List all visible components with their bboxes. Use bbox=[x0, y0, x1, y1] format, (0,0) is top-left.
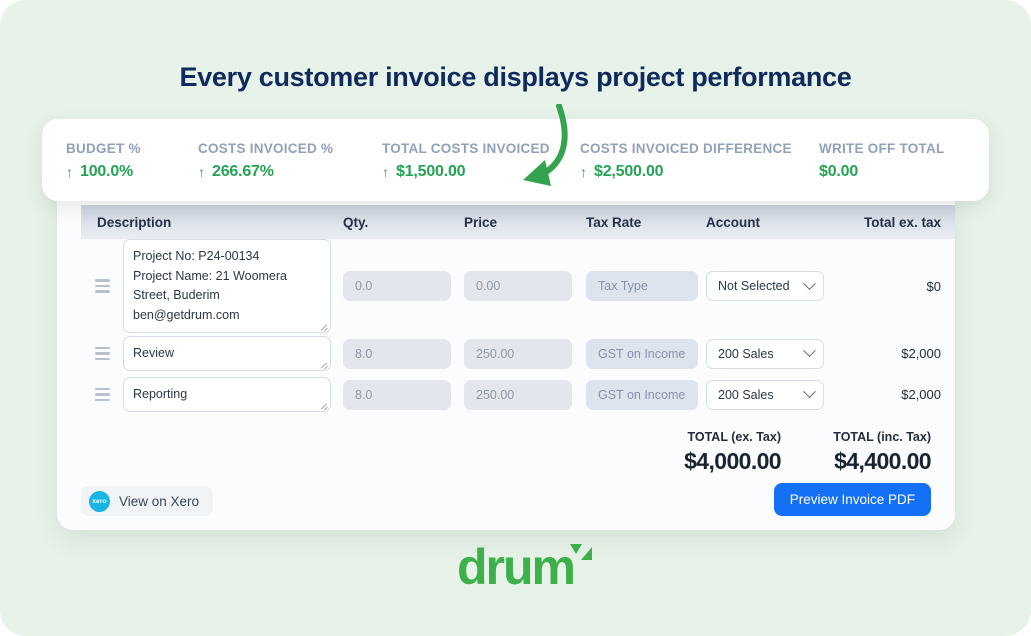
metric-value-row: ↑ $1,500.00 bbox=[382, 163, 540, 181]
arrow-up-icon: ↑ bbox=[382, 164, 389, 180]
page-root: Every customer invoice displays project … bbox=[0, 0, 1031, 636]
price-input[interactable]: 0.00 bbox=[464, 271, 572, 301]
metric-value: $0.00 bbox=[819, 163, 859, 180]
description-input[interactable]: Reporting bbox=[123, 376, 331, 413]
account-select[interactable]: Not Selected bbox=[706, 271, 824, 301]
tax-rate-input[interactable]: GST on Income bbox=[586, 379, 698, 410]
metric-card-costs-invoiced-percent[interactable]: COSTS INVOICED % ↑ 266.67% bbox=[180, 125, 360, 195]
brand-logo: drum bbox=[0, 542, 1031, 592]
table-row: Review 8.0 250.00 GST on Income 200 Sale… bbox=[81, 333, 955, 374]
row-total: $2,000 bbox=[901, 387, 941, 402]
table-row: Reporting 8.0 250.00 GST on Income 200 S… bbox=[81, 374, 955, 415]
resize-grip-icon[interactable] bbox=[319, 360, 328, 370]
metric-card-costs-invoiced-difference[interactable]: COSTS INVOICED DIFFERENCE ↑ $2,500.00 bbox=[562, 125, 797, 195]
column-header-price: Price bbox=[464, 214, 498, 230]
metric-label: BUDGET % bbox=[66, 141, 141, 156]
preview-invoice-pdf-button[interactable]: Preview Invoice PDF bbox=[773, 483, 931, 516]
total-ex-tax-block: TOTAL (ex. Tax) $4,000.00 bbox=[661, 430, 782, 475]
metric-value: $2,500.00 bbox=[594, 163, 664, 180]
xero-logo-icon: xero bbox=[89, 490, 110, 512]
total-ex-tax-label: TOTAL (ex. Tax) bbox=[687, 430, 781, 444]
metric-value-row: ↑ $2,500.00 bbox=[580, 163, 779, 181]
metric-value-row: ↑ 266.67% bbox=[198, 163, 342, 181]
description-text: Reporting bbox=[133, 386, 188, 401]
column-header-account: Account bbox=[706, 214, 760, 230]
qty-input[interactable]: 0.0 bbox=[343, 271, 451, 301]
drag-handle-icon[interactable] bbox=[95, 346, 110, 361]
description-input[interactable]: Project No: P24-00134 Project Name: 21 W… bbox=[123, 239, 331, 333]
total-ex-tax-amount: $4,000.00 bbox=[684, 448, 782, 474]
total-inc-tax-amount: $4,400.00 bbox=[834, 448, 932, 474]
brand-logo-text: drum bbox=[457, 539, 576, 595]
drag-handle-icon[interactable] bbox=[95, 279, 110, 293]
resize-grip-icon[interactable] bbox=[319, 401, 328, 411]
arrow-up-icon: ↑ bbox=[580, 164, 587, 180]
arrow-up-icon: ↑ bbox=[198, 164, 205, 180]
account-select-value: 200 Sales bbox=[718, 346, 774, 361]
column-header-description: Description bbox=[97, 214, 172, 230]
metric-card-write-off-total[interactable]: WRITE OFF TOTAL $0.00 bbox=[801, 125, 965, 195]
arrow-up-icon: ↑ bbox=[66, 164, 73, 180]
brand-logo-ticks-icon bbox=[570, 544, 592, 560]
view-on-xero-button[interactable]: xero View on Xero bbox=[81, 486, 214, 516]
metric-label: COSTS INVOICED DIFFERENCE bbox=[580, 141, 792, 156]
chevron-down-icon bbox=[803, 276, 816, 290]
metric-label: COSTS INVOICED % bbox=[198, 141, 334, 156]
qty-input[interactable]: 8.0 bbox=[343, 338, 451, 369]
total-inc-tax-block: TOTAL (inc. Tax) $4,400.00 bbox=[811, 430, 931, 475]
brand-logo-wrap: drum bbox=[457, 539, 592, 595]
account-select-value: 200 Sales bbox=[718, 387, 774, 402]
invoice-rows: Project No: P24-00134 Project Name: 21 W… bbox=[81, 239, 955, 415]
metric-value: 100.0% bbox=[80, 163, 134, 180]
metric-value-row: $0.00 bbox=[819, 163, 947, 181]
price-input[interactable]: 250.00 bbox=[464, 338, 572, 369]
chevron-down-icon bbox=[803, 344, 816, 358]
account-select[interactable]: 200 Sales bbox=[706, 379, 824, 410]
metric-label: WRITE OFF TOTAL bbox=[819, 141, 945, 156]
row-total: $0 bbox=[926, 278, 941, 294]
description-input[interactable]: Review bbox=[123, 335, 331, 372]
metric-label: TOTAL COSTS INVOICED bbox=[382, 141, 550, 156]
metric-value-row: ↑ 100.0% bbox=[66, 163, 158, 181]
column-header-total-ex-tax: Total ex. tax bbox=[863, 214, 941, 230]
account-select[interactable]: 200 Sales bbox=[706, 338, 824, 369]
table-row: Project No: P24-00134 Project Name: 21 W… bbox=[81, 239, 955, 333]
invoice-table-header: Description Qty. Price Tax Rate Account … bbox=[81, 205, 955, 239]
view-on-xero-label: View on Xero bbox=[119, 493, 200, 509]
invoice-panel: Description Qty. Price Tax Rate Account … bbox=[57, 158, 955, 530]
drag-handle-icon[interactable] bbox=[95, 387, 110, 402]
total-inc-tax-label: TOTAL (inc. Tax) bbox=[833, 430, 931, 444]
description-text: Review bbox=[133, 345, 174, 360]
row-total: $2,000 bbox=[901, 346, 941, 361]
metric-card-budget-percent[interactable]: BUDGET % ↑ 100.0% bbox=[48, 125, 176, 195]
tax-rate-input[interactable]: GST on Income bbox=[586, 338, 698, 369]
description-text: Project No: P24-00134 Project Name: 21 W… bbox=[133, 249, 287, 322]
resize-grip-icon[interactable] bbox=[319, 322, 328, 332]
chevron-down-icon bbox=[803, 385, 816, 399]
column-header-tax-rate: Tax Rate bbox=[586, 214, 642, 230]
metrics-bar: BUDGET % ↑ 100.0% COSTS INVOICED % ↑ 266… bbox=[42, 119, 989, 201]
tax-rate-input[interactable]: Tax Type bbox=[586, 271, 698, 301]
column-header-qty: Qty. bbox=[343, 214, 369, 230]
price-input[interactable]: 250.00 bbox=[464, 379, 572, 410]
metric-value: $1,500.00 bbox=[396, 163, 466, 180]
metric-card-total-costs-invoiced[interactable]: TOTAL COSTS INVOICED ↑ $1,500.00 bbox=[364, 125, 558, 195]
qty-input[interactable]: 8.0 bbox=[343, 379, 451, 410]
metric-value: 266.67% bbox=[212, 163, 274, 180]
page-title: Every customer invoice displays project … bbox=[179, 62, 852, 92]
account-select-value: Not Selected bbox=[718, 279, 790, 293]
invoice-totals: TOTAL (ex. Tax) $4,000.00 TOTAL (inc. Ta… bbox=[661, 430, 932, 475]
